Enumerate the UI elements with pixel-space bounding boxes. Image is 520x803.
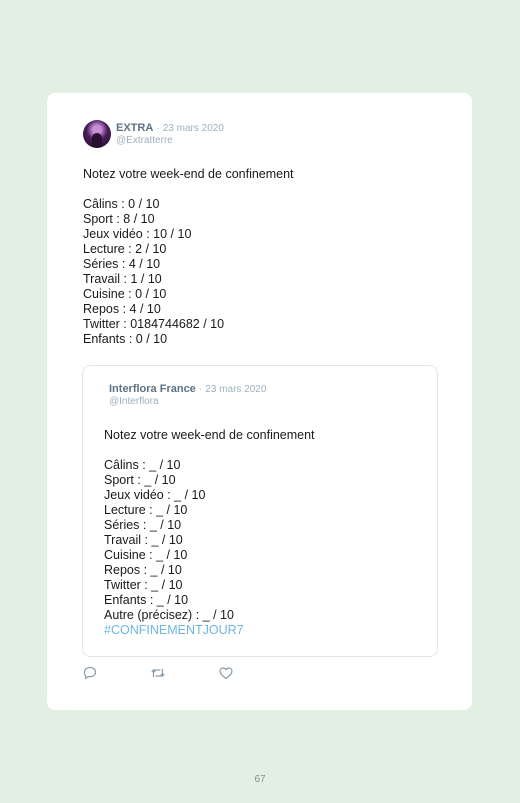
- avatar[interactable]: [83, 120, 111, 148]
- separator: ·: [156, 123, 160, 134]
- author-name[interactable]: EXTRA: [116, 122, 153, 134]
- tweet-card: EXTRA · 23 mars 2020 @Extratterre Notez …: [47, 93, 472, 710]
- hashtag-link[interactable]: #CONFINEMENTJOUR7: [104, 623, 244, 638]
- retweet-icon: [151, 669, 165, 677]
- quoted-author-name[interactable]: Interflora France: [109, 383, 196, 395]
- author-line: EXTRA · 23 mars 2020: [116, 122, 224, 134]
- quoted-author-line: Interflora France · 23 mars 2020: [109, 383, 266, 395]
- reply-icon: [83, 666, 97, 680]
- quoted-author-handle[interactable]: @Interflora: [109, 396, 159, 407]
- page-number: 67: [254, 774, 266, 785]
- quoted-tweet-date: 23 mars 2020: [205, 384, 267, 395]
- tweet-date[interactable]: 23 mars 2020: [163, 123, 224, 134]
- like-button[interactable]: [218, 665, 234, 681]
- tweet-text: Notez votre week-end de confinement Câli…: [83, 167, 294, 346]
- retweet-button[interactable]: [150, 665, 166, 681]
- separator: ·: [198, 384, 203, 395]
- author-handle[interactable]: @Extratterre: [116, 135, 173, 146]
- heart-icon: [219, 667, 233, 680]
- reply-button[interactable]: [82, 665, 98, 681]
- quoted-tweet-text: Notez votre week-end de confinement Câli…: [104, 428, 315, 622]
- quoted-tweet[interactable]: Interflora France · 23 mars 2020 @Interf…: [82, 365, 438, 657]
